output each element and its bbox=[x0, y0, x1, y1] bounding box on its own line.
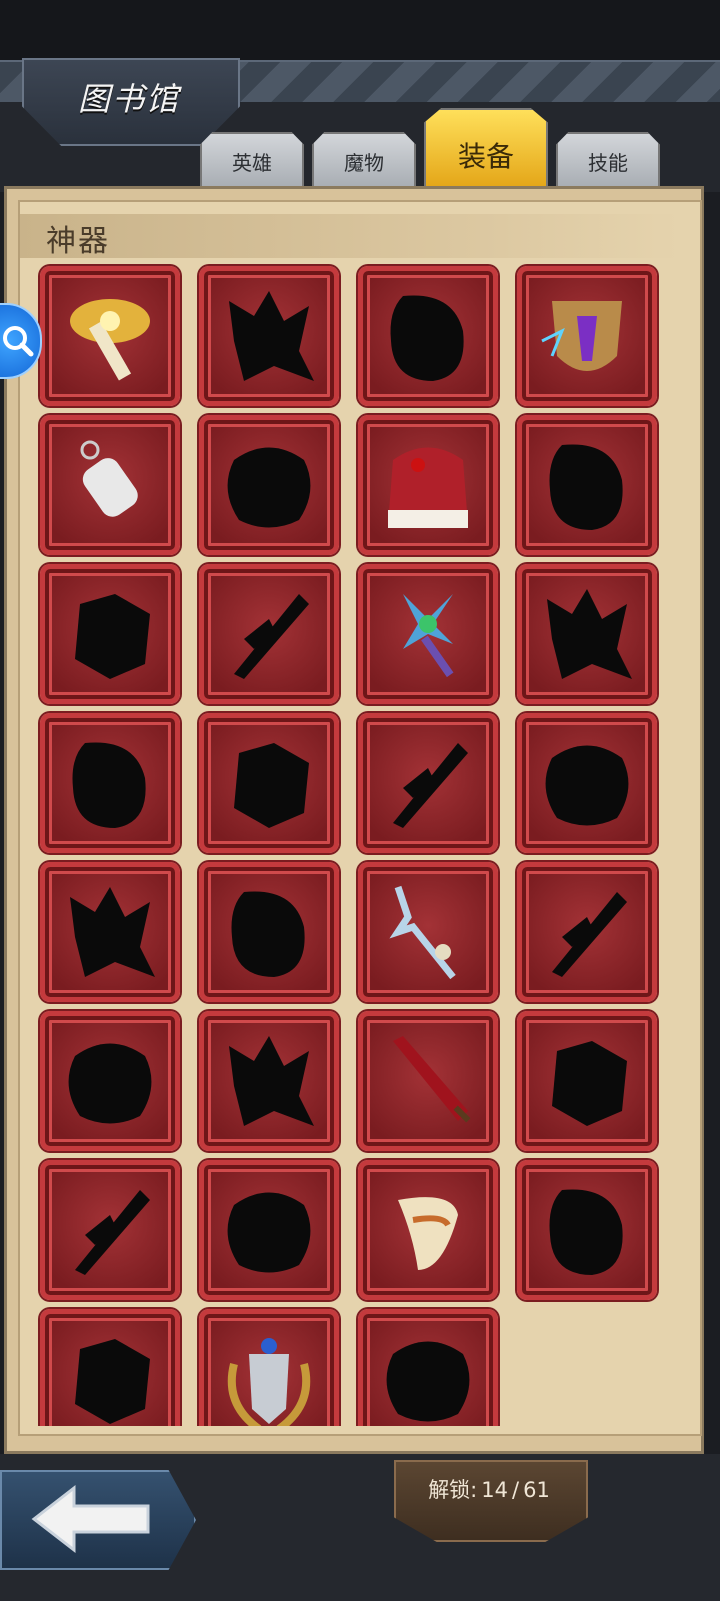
silhouette-icon bbox=[549, 1189, 623, 1275]
silhouette-icon bbox=[72, 742, 146, 828]
item-slot-bone-spear[interactable] bbox=[358, 862, 498, 1002]
fur-cloak-icon bbox=[388, 447, 468, 528]
silhouette-icon bbox=[75, 594, 150, 679]
silhouette-icon bbox=[68, 1043, 152, 1124]
locked-item-slot[interactable] bbox=[199, 1160, 339, 1300]
crimson-sword-icon bbox=[393, 1036, 471, 1123]
silhouette-icon bbox=[549, 444, 623, 530]
locked-item-slot[interactable] bbox=[40, 1160, 180, 1300]
unlock-current: 14 bbox=[481, 1478, 508, 1502]
silhouette-icon bbox=[70, 887, 155, 977]
item-slot-whistle[interactable] bbox=[40, 415, 180, 555]
item-slot-laurel-shield-emblem[interactable] bbox=[199, 1309, 339, 1426]
winged-scepter-icon bbox=[70, 299, 150, 381]
war-horn-icon bbox=[398, 1197, 458, 1270]
silhouette-icon bbox=[386, 1341, 470, 1422]
tab-equipment[interactable]: 装备 bbox=[424, 108, 548, 190]
page-title: 图书馆 bbox=[77, 80, 180, 118]
silhouette-icon bbox=[231, 891, 305, 977]
locked-item-slot[interactable] bbox=[358, 266, 498, 406]
locked-item-slot[interactable] bbox=[517, 564, 657, 704]
silhouette-icon bbox=[552, 892, 627, 977]
silhouette-icon bbox=[393, 743, 468, 828]
unlock-label: 解锁: bbox=[428, 1478, 478, 1502]
locked-item-slot[interactable] bbox=[358, 1309, 498, 1426]
item-slot-emerald-staff[interactable] bbox=[358, 564, 498, 704]
unlock-total: 61 bbox=[523, 1478, 550, 1502]
section-title: 神器 bbox=[46, 224, 110, 259]
locked-item-slot[interactable] bbox=[517, 1011, 657, 1151]
silhouette-icon bbox=[227, 1192, 311, 1273]
silhouette-icon bbox=[229, 291, 314, 381]
silhouette-icon bbox=[75, 1190, 150, 1275]
locked-item-slot[interactable] bbox=[199, 1011, 339, 1151]
silhouette-icon bbox=[390, 295, 464, 381]
silhouette-icon bbox=[75, 1339, 150, 1424]
item-slot-lightning-shield[interactable] bbox=[517, 266, 657, 406]
locked-item-slot[interactable] bbox=[40, 862, 180, 1002]
item-slot-winged-scepter[interactable] bbox=[40, 266, 180, 406]
unlock-separator: / bbox=[512, 1478, 520, 1502]
search-icon bbox=[3, 326, 34, 357]
locked-item-slot[interactable] bbox=[199, 415, 339, 555]
locked-item-slot[interactable] bbox=[517, 415, 657, 555]
laurel-shield-emblem-icon bbox=[227, 1338, 311, 1426]
unlock-counter: 解锁: 14/61 bbox=[394, 1474, 584, 1504]
lightning-shield-icon bbox=[541, 301, 622, 371]
bone-spear-icon bbox=[389, 885, 456, 980]
item-slot-crimson-sword[interactable] bbox=[358, 1011, 498, 1151]
top-dark-band bbox=[0, 0, 720, 60]
whistle-icon bbox=[80, 440, 138, 517]
locked-item-slot[interactable] bbox=[358, 713, 498, 853]
silhouette-icon bbox=[234, 743, 309, 828]
silhouette-icon bbox=[229, 1036, 314, 1126]
silhouette-icon bbox=[545, 745, 629, 826]
item-slot-fur-cloak[interactable] bbox=[358, 415, 498, 555]
emerald-staff-icon bbox=[403, 594, 454, 678]
tab-skills[interactable]: 技能 bbox=[556, 132, 660, 190]
silhouette-icon bbox=[547, 589, 632, 679]
item-grid bbox=[36, 264, 676, 1426]
locked-item-slot[interactable] bbox=[199, 713, 339, 853]
locked-item-slot[interactable] bbox=[40, 713, 180, 853]
item-slot-war-horn[interactable] bbox=[358, 1160, 498, 1300]
locked-item-slot[interactable] bbox=[199, 564, 339, 704]
back-button[interactable] bbox=[0, 1470, 196, 1570]
locked-item-slot[interactable] bbox=[199, 862, 339, 1002]
silhouette-icon bbox=[234, 594, 309, 679]
locked-item-slot[interactable] bbox=[40, 564, 180, 704]
silhouette-icon bbox=[552, 1041, 627, 1126]
locked-item-slot[interactable] bbox=[40, 1309, 180, 1426]
locked-item-slot[interactable] bbox=[517, 862, 657, 1002]
tab-heroes[interactable]: 英雄 bbox=[200, 132, 304, 190]
back-arrow-icon bbox=[31, 1484, 150, 1554]
locked-item-slot[interactable] bbox=[199, 266, 339, 406]
locked-item-slot[interactable] bbox=[517, 713, 657, 853]
locked-item-slot[interactable] bbox=[40, 1011, 180, 1151]
section-header-bar bbox=[20, 214, 680, 258]
tab-monsters[interactable]: 魔物 bbox=[312, 132, 416, 190]
locked-item-slot[interactable] bbox=[517, 1160, 657, 1300]
silhouette-icon bbox=[227, 447, 311, 528]
